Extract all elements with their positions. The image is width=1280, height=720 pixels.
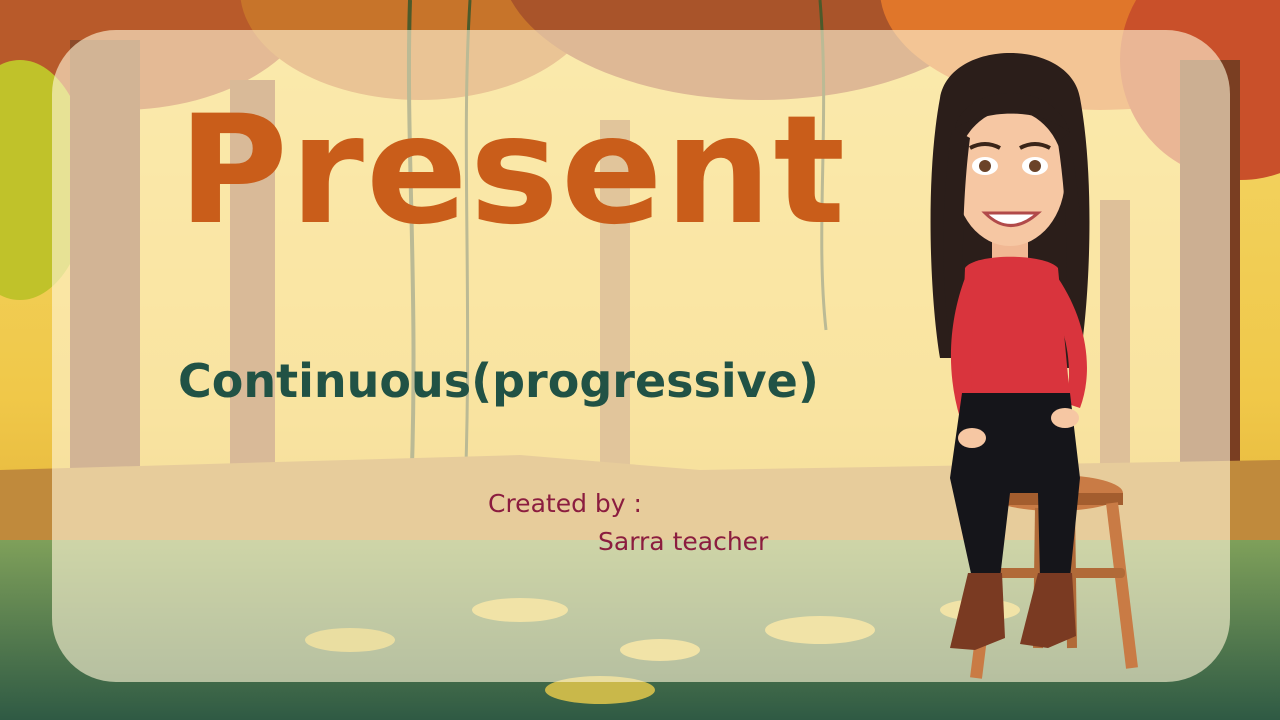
teacher-avatar-illustration xyxy=(930,53,1138,679)
slide-title: Present xyxy=(178,84,848,258)
slide-subtitle: Continuous(progressive) xyxy=(178,354,819,408)
credit-label: Created by : xyxy=(488,489,642,518)
credit-name: Sarra teacher xyxy=(598,527,769,556)
